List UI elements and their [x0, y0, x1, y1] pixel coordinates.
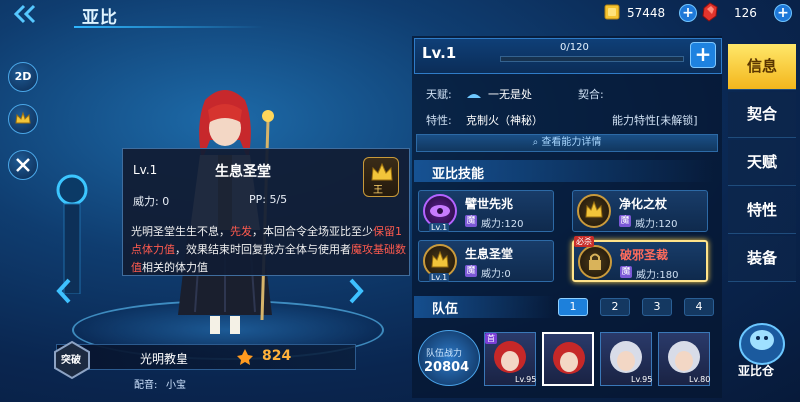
right-tab[interactable]: 信息 [728, 44, 796, 90]
attribute-badge: 魔 [619, 215, 631, 227]
add-xp-button[interactable]: + [690, 42, 716, 68]
team-tab[interactable]: 4 [684, 298, 714, 316]
next-character-button[interactable] [346, 276, 366, 306]
breakthrough-label: 突破 [61, 355, 81, 366]
combat-power-icon [236, 348, 254, 366]
desc-text-3: ，效果结束时回复我方全体与使用者 [175, 243, 351, 256]
trait-label: 特性: [426, 114, 452, 127]
back-button[interactable] [10, 3, 54, 25]
prev-character-button[interactable] [54, 276, 74, 306]
king-badge-label: 王 [373, 185, 383, 196]
desc-text-2: ，本回合令全场亚比至少 [252, 225, 373, 238]
team-member-level: Lv.80 [689, 375, 711, 384]
gem-icon [700, 2, 720, 22]
desc-text-1: 光明圣堂生生不息， [131, 225, 230, 238]
2d-label: 2D [14, 70, 32, 83]
add-gems-button[interactable]: + [774, 4, 792, 22]
team-member-level: Lv.95 [631, 375, 653, 384]
page-title: 亚比 [82, 8, 118, 28]
double-chevron-left-icon [13, 4, 36, 24]
title-underline [74, 26, 264, 28]
attribute-badge: 魔 [465, 215, 477, 227]
tooltip-description: 光明圣堂生生不息，先发，本回合令全场亚比至少保留1点体力值，效果结束时回复我方全… [131, 223, 409, 277]
team-power-value: 20804 [424, 360, 470, 375]
chevron-right-icon [349, 278, 364, 304]
tooltip-power: 威力: 0 [133, 195, 170, 208]
ability-trait-label: 能力特性[未解锁] [612, 114, 698, 127]
tooltip-pp: PP: 5/5 [249, 193, 288, 206]
character-class-name: 光明教皇 [140, 352, 189, 366]
combat-power-value: 824 [262, 348, 292, 364]
2d-toggle-button[interactable]: 2D [8, 62, 38, 92]
gem-count: 126 [734, 6, 757, 20]
right-tab[interactable]: 契合 [728, 92, 796, 138]
breakthrough-button[interactable]: 突破 [52, 340, 92, 380]
chevron-left-icon [56, 278, 71, 304]
skill-power: 威力:120 [635, 219, 678, 230]
xp-text: 0/120 [560, 42, 589, 53]
team-tab[interactable]: 3 [642, 298, 672, 316]
attribute-badge: 魔 [465, 265, 477, 277]
skill-card[interactable]: 生息圣堂魔威力:0 Lv.1 [418, 240, 554, 282]
talent-value: 一无是处 [488, 88, 532, 101]
gold-crown-icon [577, 194, 611, 228]
crown-icon [15, 111, 31, 124]
search-icon: ⌕ [532, 137, 539, 148]
contract-label: 契合: [578, 88, 604, 101]
leader-badge: 首 [485, 333, 497, 344]
team-tab[interactable]: 2 [600, 298, 630, 316]
right-tab[interactable]: 特性 [728, 188, 796, 234]
team-power-label: 队伍战力 [426, 349, 463, 359]
voice-actor-label: 配音: [134, 380, 158, 391]
skill-power: 威力:0 [481, 269, 511, 280]
ultimate-tag: 必杀 [574, 236, 594, 247]
coin-icon [602, 3, 622, 21]
skills-title: 亚比技能 [432, 167, 485, 182]
add-coins-button[interactable]: + [679, 4, 697, 22]
talent-label: 天赋: [426, 88, 452, 101]
team-member-slot[interactable]: Lv.95 [600, 332, 652, 386]
trait-value: 克制火（神秘） [466, 114, 543, 127]
right-tab[interactable]: 天赋 [728, 140, 796, 186]
talent-icon [466, 86, 482, 98]
character-portrait [553, 342, 585, 374]
skill-card[interactable]: 净化之杖魔威力:120 [572, 190, 708, 232]
team-member-slot[interactable] [542, 332, 594, 386]
right-tab[interactable]: 装备 [728, 236, 796, 282]
team-member-level: Lv.95 [515, 375, 537, 384]
desc-text-4: 相关的体力值 [142, 261, 208, 274]
skill-badge-icon [16, 158, 30, 172]
skill-card[interactable]: 譬世先兆魔威力:120 Lv.1 [418, 190, 554, 232]
tooltip-skill-name: 生息圣堂 [215, 164, 271, 180]
skill-name: 净化之杖 [619, 197, 668, 211]
team-title: 队伍 [432, 302, 459, 317]
skill-badge-button[interactable] [8, 150, 38, 180]
crown-button[interactable] [8, 104, 38, 134]
view-details-label: 查看能力详情 [541, 137, 602, 148]
coin-count: 57448 [627, 6, 666, 20]
skill-card[interactable]: 破邪圣裁魔威力:180 必杀 [572, 236, 708, 282]
character-name-panel [56, 344, 356, 370]
team-tab[interactable]: 1 [558, 298, 588, 316]
lock-icon [578, 245, 612, 279]
attribute-badge: 魔 [620, 266, 632, 278]
team-member-slot[interactable]: Lv.80 [658, 332, 710, 386]
xp-progress-bar [500, 56, 684, 62]
skill-power: 威力:180 [636, 270, 679, 281]
skill-name: 生息圣堂 [465, 247, 514, 261]
desc-highlight-1: 先发 [230, 225, 252, 238]
skill-name: 譬世先兆 [465, 197, 514, 211]
skill-tooltip: Lv.1 生息圣堂 威力: 0 PP: 5/5 王 光明圣堂生生不息，先发，本回… [122, 148, 410, 276]
view-ability-details-button[interactable]: ⌕ 查看能力详情 [416, 134, 718, 152]
pet-storage-label: 亚比仓 [738, 364, 775, 378]
skill-power: 威力:120 [481, 219, 524, 230]
level-label: Lv.1 [422, 44, 457, 62]
tooltip-level: Lv.1 [133, 163, 158, 177]
skill-level: Lv.1 [429, 223, 450, 232]
voice-actor-name: 小宝 [166, 380, 186, 391]
skill-name: 破邪圣裁 [620, 248, 669, 262]
skill-level: Lv.1 [429, 273, 450, 282]
team-member-slot[interactable]: Lv.95 首 [484, 332, 536, 386]
